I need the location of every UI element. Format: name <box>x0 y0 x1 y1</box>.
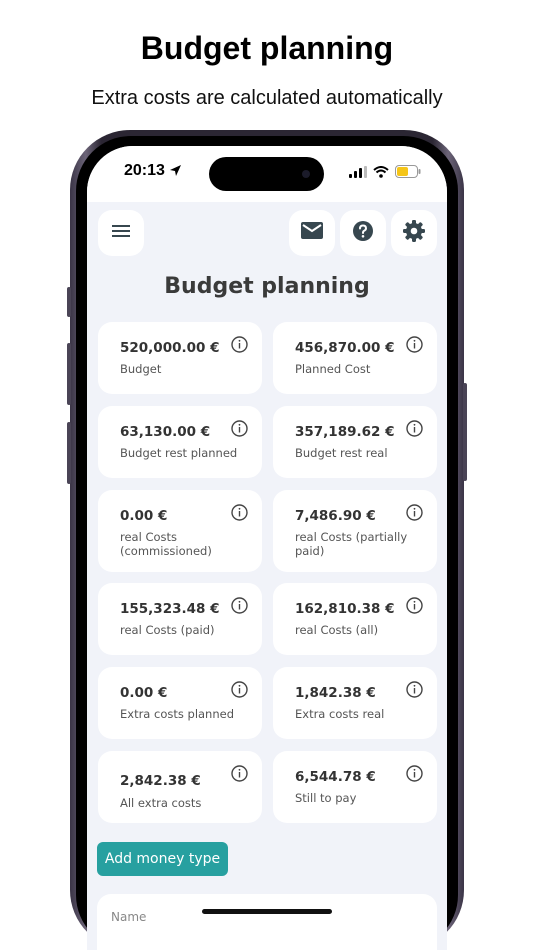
info-icon[interactable] <box>231 765 248 787</box>
card-label: Extra costs planned <box>120 707 235 721</box>
card-label: All extra costs <box>120 796 202 810</box>
info-icon[interactable] <box>406 504 423 526</box>
home-indicator[interactable] <box>202 909 332 914</box>
card-extra-costs-real[interactable]: 1,842.38 € Extra costs real <box>273 667 437 739</box>
name-column-header: Name <box>111 910 147 924</box>
location-arrow-icon <box>169 164 182 182</box>
card-label: Budget <box>120 362 162 376</box>
promo-title: Budget planning <box>140 30 394 66</box>
info-icon[interactable] <box>231 597 248 619</box>
volume-up-button <box>67 343 71 405</box>
card-value: 162,810.38 € <box>295 601 395 617</box>
card-value: 1,842.38 € <box>295 685 376 701</box>
card-planned-cost[interactable]: 456,870.00 € Planned Cost <box>273 322 437 394</box>
signal-bars-icon <box>349 165 367 183</box>
mail-icon <box>301 222 323 244</box>
hamburger-menu-icon <box>112 224 130 243</box>
power-button <box>463 383 467 481</box>
help-button[interactable] <box>340 210 386 256</box>
info-icon[interactable] <box>406 597 423 619</box>
card-value: 63,130.00 € <box>120 424 211 440</box>
card-real-costs-partially-paid[interactable]: 7,486.90 € real Costs (partially paid) <box>273 490 437 572</box>
card-label: Budget rest planned <box>120 446 238 460</box>
card-value: 6,544.78 € <box>295 769 376 785</box>
info-icon[interactable] <box>406 420 423 442</box>
dynamic-island <box>209 157 324 191</box>
info-icon[interactable] <box>406 765 423 787</box>
page-title: Budget planning <box>164 274 370 299</box>
card-label: real Costs (paid) <box>120 623 215 637</box>
card-still-to-pay[interactable]: 6,544.78 € Still to pay <box>273 751 437 823</box>
mail-button[interactable] <box>289 210 335 256</box>
info-icon[interactable] <box>231 336 248 358</box>
card-label: real Costs (all) <box>295 623 379 637</box>
card-value: 7,486.90 € <box>295 508 376 524</box>
info-icon[interactable] <box>231 681 248 703</box>
app-screen: 20:13 Budget planning 520,000.00 € Budge… <box>87 146 447 950</box>
card-value: 456,870.00 € <box>295 340 395 356</box>
battery-icon <box>395 165 421 183</box>
front-camera <box>302 170 310 178</box>
card-budget-rest-real[interactable]: 357,189.62 € Budget rest real <box>273 406 437 478</box>
card-value: 0.00 € <box>120 508 168 524</box>
volume-down-button <box>67 422 71 484</box>
card-value: 520,000.00 € <box>120 340 220 356</box>
card-all-extra-costs[interactable]: 2,842.38 € All extra costs <box>98 751 262 823</box>
status-time: 20:13 <box>124 162 165 179</box>
card-value: 357,189.62 € <box>295 424 395 440</box>
card-budget[interactable]: 520,000.00 € Budget <box>98 322 262 394</box>
card-real-costs-all[interactable]: 162,810.38 € real Costs (all) <box>273 583 437 655</box>
menu-button[interactable] <box>98 210 144 256</box>
silent-switch <box>67 287 71 317</box>
card-label: Still to pay <box>295 791 357 805</box>
info-icon[interactable] <box>231 504 248 526</box>
card-value: 2,842.38 € <box>120 773 201 789</box>
info-icon[interactable] <box>406 681 423 703</box>
money-type-list: Name <box>97 894 437 950</box>
gear-icon <box>403 219 425 247</box>
card-label: real Costs (partially paid) <box>295 530 408 558</box>
card-extra-costs-planned[interactable]: 0.00 € Extra costs planned <box>98 667 262 739</box>
card-label: real Costs (commissioned) <box>120 530 212 558</box>
info-icon[interactable] <box>406 336 423 358</box>
card-label: Extra costs real <box>295 707 385 721</box>
card-label: Planned Cost <box>295 362 371 376</box>
info-icon[interactable] <box>231 420 248 442</box>
status-icons <box>349 165 421 183</box>
card-real-costs-paid[interactable]: 155,323.48 € real Costs (paid) <box>98 583 262 655</box>
promo-subtitle: Extra costs are calculated automatically <box>91 87 443 109</box>
card-real-costs-commissioned[interactable]: 0.00 € real Costs (commissioned) <box>98 490 262 572</box>
card-value: 0.00 € <box>120 685 168 701</box>
wifi-icon <box>373 165 389 183</box>
add-money-type-button[interactable]: Add money type <box>97 842 228 876</box>
settings-button[interactable] <box>391 210 437 256</box>
help-icon <box>352 220 374 247</box>
card-budget-rest-planned[interactable]: 63,130.00 € Budget rest planned <box>98 406 262 478</box>
card-value: 155,323.48 € <box>120 601 220 617</box>
card-label: Budget rest real <box>295 446 388 460</box>
